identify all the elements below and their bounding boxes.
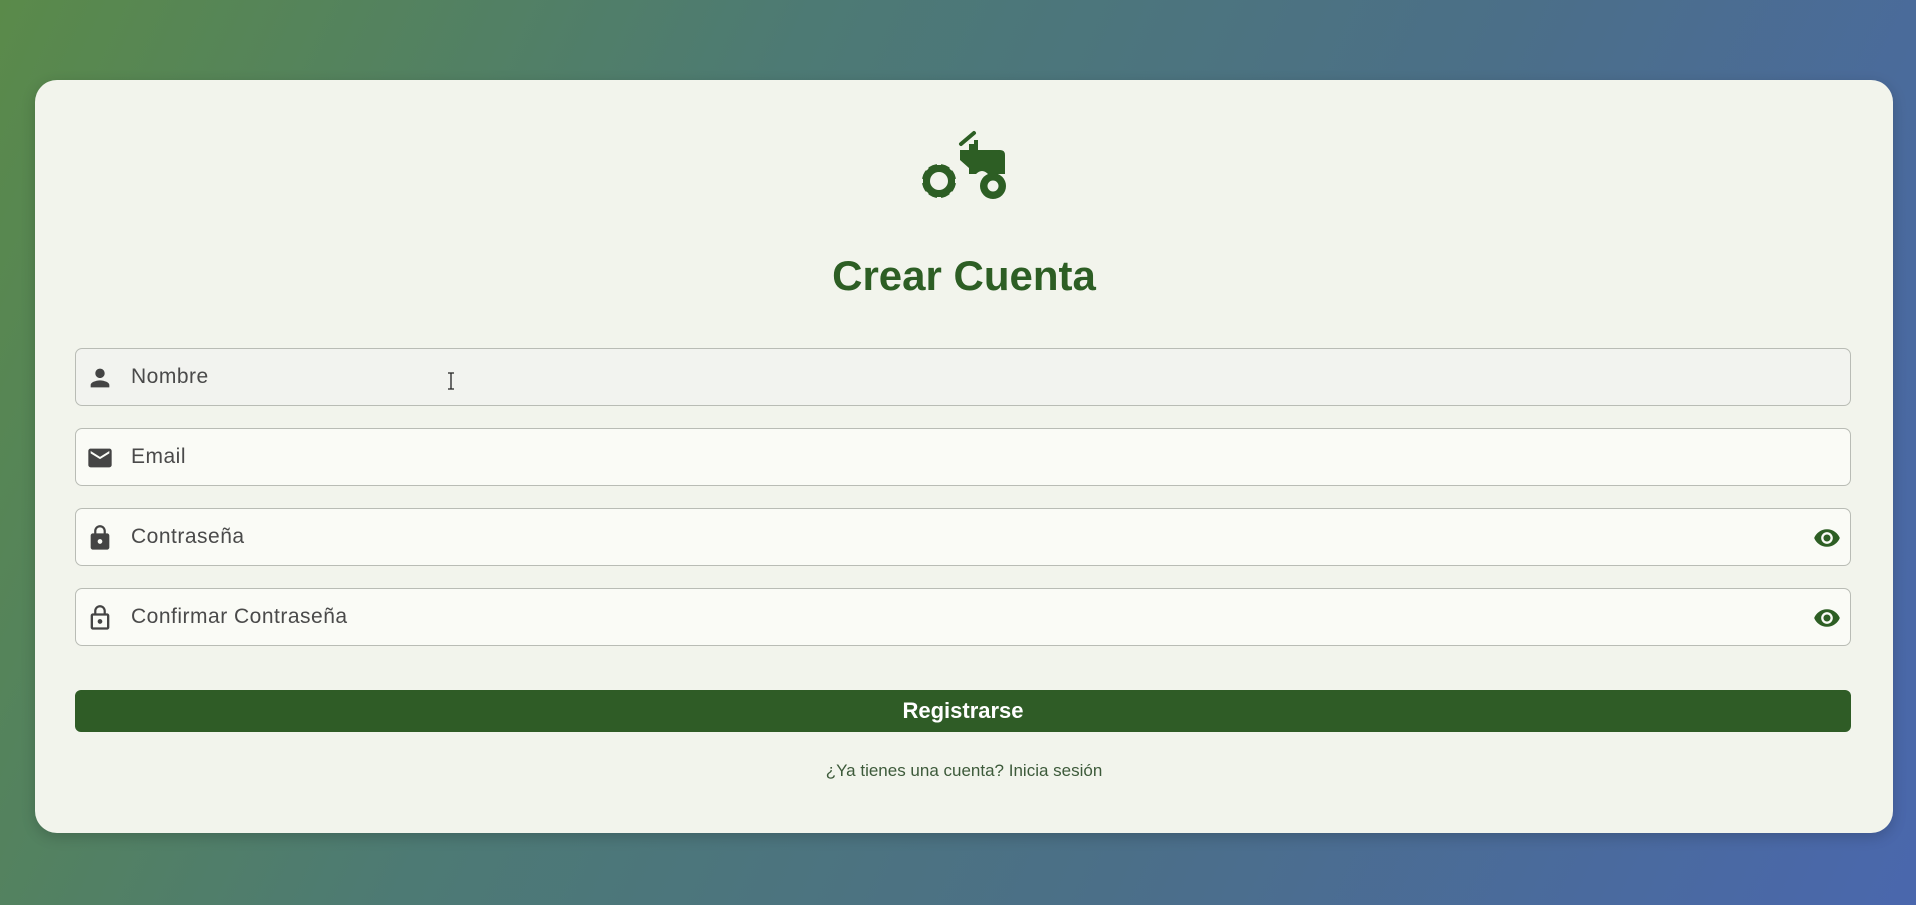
text-cursor-icon (448, 372, 454, 390)
nombre-input[interactable] (131, 349, 1771, 404)
page-title: Crear Cuenta (832, 252, 1096, 299)
mail-icon (88, 448, 112, 468)
eye-icon[interactable] (1812, 524, 1842, 552)
eye-icon[interactable] (1812, 604, 1842, 632)
person-icon (90, 368, 110, 388)
lock-open-icon (90, 605, 110, 630)
email-input[interactable] (131, 429, 1771, 484)
tractor-icon (920, 131, 1006, 200)
confirm-password-input[interactable] (131, 589, 1771, 644)
confirm-password-field[interactable] (75, 588, 1851, 646)
password-field[interactable] (75, 508, 1851, 566)
signup-card: Crear Cuenta Regis (35, 80, 1893, 833)
email-field[interactable] (75, 428, 1851, 486)
lock-icon (90, 525, 110, 550)
register-button[interactable]: Registrarse (75, 690, 1851, 732)
password-input[interactable] (131, 509, 1771, 564)
nombre-field[interactable] (75, 348, 1851, 406)
login-link[interactable]: ¿Ya tienes una cuenta? Inicia sesión (35, 761, 1893, 781)
